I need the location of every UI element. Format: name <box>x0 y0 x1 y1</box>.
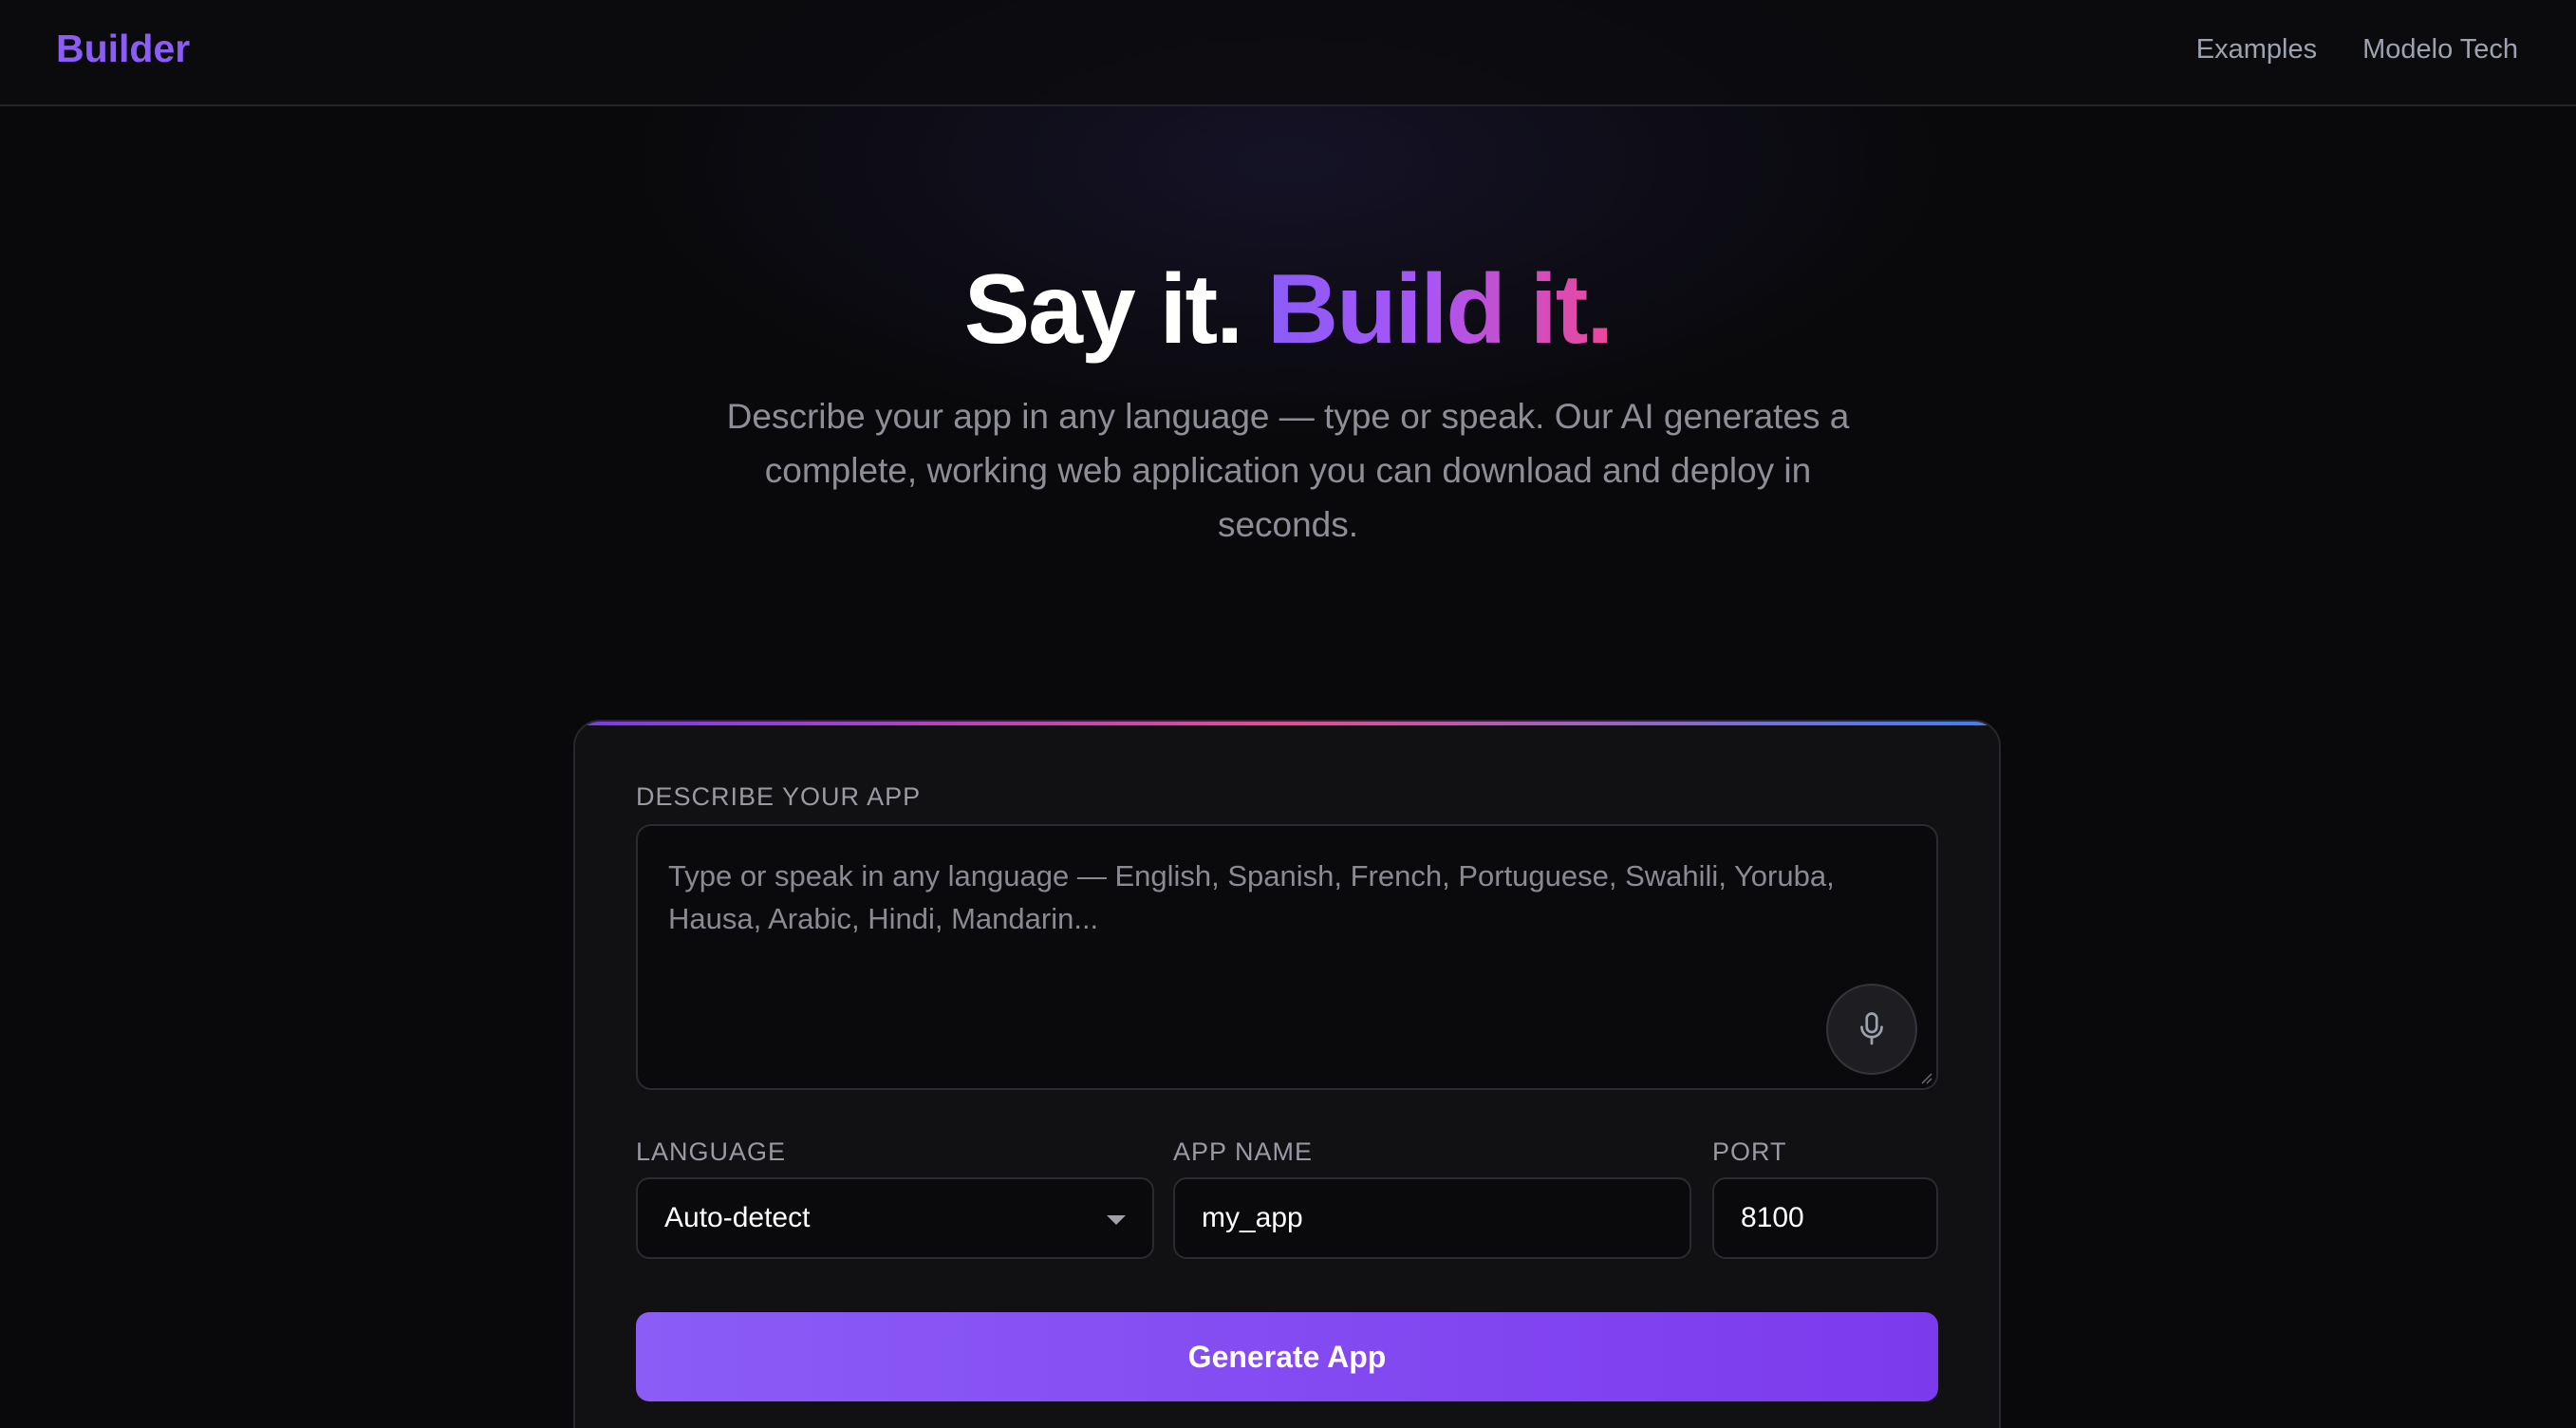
describe-label: DESCRIBE YOUR APP <box>636 782 922 811</box>
generate-app-button[interactable]: Generate App <box>636 1312 1938 1401</box>
chevron-down-icon <box>1107 1215 1126 1225</box>
hero-title-accent: Build it. <box>1267 254 1614 365</box>
top-navbar: Builder Examples Modelo Tech <box>0 0 2576 106</box>
language-label: LANGUAGE <box>636 1137 787 1166</box>
language-select[interactable]: Auto-detect <box>636 1177 1154 1259</box>
describe-textarea-wrapper <box>636 824 1938 1090</box>
app-name-input[interactable]: my_app <box>1173 1177 1691 1259</box>
card-accent-bar <box>575 722 1999 725</box>
app-builder-card: DESCRIBE YOUR APP LANGUAGE Auto-detect A… <box>573 720 2001 1428</box>
hero-title: Say it. Build it. <box>0 249 2576 370</box>
language-select-value: Auto-detect <box>664 1202 811 1233</box>
port-label: PORT <box>1712 1137 1787 1166</box>
describe-textarea[interactable] <box>638 826 1936 1088</box>
hero-title-plain: Say it. <box>963 254 1243 365</box>
nav-link-examples[interactable]: Examples <box>2196 34 2317 66</box>
nav-link-modelo-tech[interactable]: Modelo Tech <box>2362 34 2518 66</box>
microphone-icon <box>1860 1012 1883 1045</box>
microphone-button[interactable] <box>1826 984 1917 1075</box>
hero-subtitle: Describe your app in any language — type… <box>726 397 1850 544</box>
app-name-label: APP NAME <box>1173 1137 1314 1166</box>
app-name-value: my_app <box>1202 1202 1303 1233</box>
brand-logo[interactable]: Builder <box>56 27 190 71</box>
port-input[interactable]: 8100 <box>1712 1177 1938 1259</box>
port-value: 8100 <box>1741 1202 1804 1233</box>
resize-grip-icon[interactable] <box>1919 1071 1932 1084</box>
top-nav: Examples Modelo Tech <box>2196 34 2518 66</box>
